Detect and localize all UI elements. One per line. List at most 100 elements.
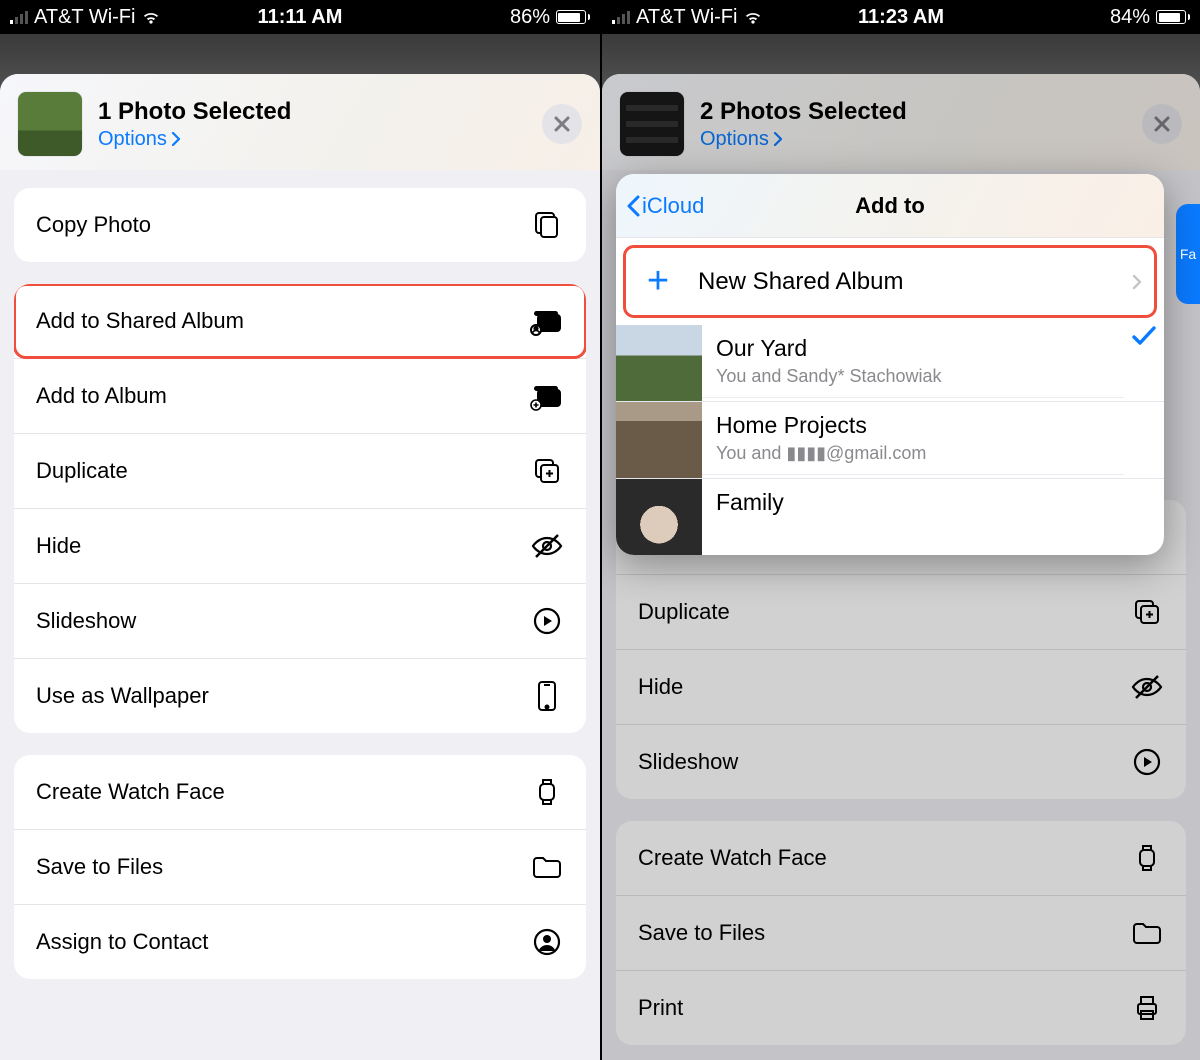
chevron-right-icon [773, 132, 783, 146]
hide-row[interactable]: Hide [14, 508, 586, 583]
clock: 11:11 AM [203, 6, 396, 29]
folder-icon [530, 850, 564, 884]
row-label: Slideshow [36, 608, 136, 634]
album-name: Family [716, 489, 1110, 516]
cell-signal-icon [612, 10, 630, 24]
share-sheet-header: 1 Photo Selected Options [0, 74, 600, 170]
person-circle-icon [530, 925, 564, 959]
watch-icon [1130, 841, 1164, 875]
new-shared-album-label: New Shared Album [698, 268, 1112, 296]
row-label: Add to Album [36, 383, 167, 409]
album-subtitle: You and Sandy* Stachowiak [716, 366, 1110, 387]
share-sheet-title: 2 Photos Selected [700, 98, 1126, 126]
row-label: Duplicate [36, 458, 128, 484]
play-circle-icon [530, 604, 564, 638]
slideshow-row[interactable]: Slideshow [616, 724, 1186, 799]
print-icon [1130, 991, 1164, 1025]
cell-signal-icon [10, 10, 28, 24]
action-group-3: Create Watch Face Save to Files [14, 755, 586, 979]
duplicate-icon [530, 454, 564, 488]
carrier-label: AT&T Wi-Fi [636, 6, 737, 29]
row-label: Use as Wallpaper [36, 683, 209, 709]
row-label: Save to Files [638, 920, 765, 946]
row-label: Assign to Contact [36, 929, 208, 955]
add-to-shared-album-row[interactable]: Add to Shared Album [14, 284, 586, 358]
share-sheet: 1 Photo Selected Options Copy P [0, 74, 600, 1060]
album-row-home-projects[interactable]: Home Projects You and ▮▮▮▮@gmail.com [616, 401, 1164, 478]
options-label: Options [98, 128, 167, 151]
slideshow-row[interactable]: Slideshow [14, 583, 586, 658]
options-label: Options [700, 128, 769, 151]
new-shared-album-row[interactable]: + New Shared Album [620, 242, 1160, 321]
selected-photo-thumbnail [18, 92, 82, 156]
album-list: Our Yard You and Sandy* Stachowiak Home … [616, 325, 1164, 555]
back-label: iCloud [642, 193, 704, 219]
status-bar: AT&T Wi-Fi 11:23 AM 84% [602, 0, 1200, 34]
chevron-right-icon [1132, 274, 1142, 290]
row-label: Create Watch Face [36, 779, 225, 805]
carrier-label: AT&T Wi-Fi [34, 6, 135, 29]
phone-icon [530, 679, 564, 713]
battery-percent: 86% [510, 6, 550, 29]
create-watch-face-row[interactable]: Create Watch Face [616, 821, 1186, 895]
album-name: Home Projects [716, 412, 1110, 439]
status-bar: AT&T Wi-Fi 11:11 AM 86% [0, 0, 600, 34]
folder-icon [1130, 916, 1164, 950]
share-target-peek[interactable]: Fa [1176, 204, 1200, 304]
phone-right: AT&T Wi-Fi 11:23 AM 84% 2 Photos Selecte… [600, 0, 1200, 1060]
print-row[interactable]: Print [616, 970, 1186, 1045]
peek-label: Fa [1180, 246, 1196, 262]
row-label: Duplicate [638, 599, 730, 625]
album-name: Our Yard [716, 335, 1110, 362]
assign-to-contact-row[interactable]: Assign to Contact [14, 904, 586, 979]
battery-icon [1156, 10, 1190, 24]
action-group-3-dimmed: Create Watch Face Save to Files [616, 821, 1186, 1045]
copy-photo-row[interactable]: Copy Photo [14, 188, 586, 262]
album-subtitle: You and ▮▮▮▮@gmail.com [716, 443, 1110, 464]
chevron-right-icon [171, 132, 181, 146]
duplicate-row[interactable]: Duplicate [14, 433, 586, 508]
popup-back-button[interactable]: iCloud [626, 174, 704, 237]
hide-row[interactable]: Hide [616, 649, 1186, 724]
album-thumbnail [616, 325, 702, 401]
action-group-2: Add to Shared Album Add t [14, 284, 586, 733]
create-watch-face-row[interactable]: Create Watch Face [14, 755, 586, 829]
row-label: Add to Shared Album [36, 308, 244, 334]
row-label: Hide [36, 533, 81, 559]
options-link[interactable]: Options [98, 128, 526, 151]
save-to-files-row[interactable]: Save to Files [616, 895, 1186, 970]
album-plus-icon [530, 379, 564, 413]
add-to-album-row[interactable]: Add to Album [14, 358, 586, 433]
checkmark-icon [1124, 325, 1164, 347]
row-label: Create Watch Face [638, 845, 827, 871]
row-label: Print [638, 995, 683, 1021]
album-row-our-yard[interactable]: Our Yard You and Sandy* Stachowiak [616, 325, 1164, 401]
close-button[interactable] [542, 104, 582, 144]
popup-title: Add to [855, 193, 925, 219]
popup-header: iCloud Add to [616, 174, 1164, 238]
battery-percent: 84% [1110, 6, 1150, 29]
share-sheet-header: 2 Photos Selected Options [602, 74, 1200, 170]
row-label: Save to Files [36, 854, 163, 880]
phone-left: AT&T Wi-Fi 11:11 AM 86% 1 Photo Selected… [0, 0, 600, 1060]
eye-slash-icon [530, 529, 564, 563]
album-thumbnail [616, 402, 702, 478]
duplicate-icon [1130, 595, 1164, 629]
eye-slash-icon [1130, 670, 1164, 704]
use-as-wallpaper-row[interactable]: Use as Wallpaper [14, 658, 586, 733]
wifi-icon [141, 7, 161, 27]
wifi-icon [743, 7, 763, 27]
row-label: Copy Photo [36, 212, 151, 238]
close-button[interactable] [1142, 104, 1182, 144]
duplicate-row[interactable]: Duplicate [616, 574, 1186, 649]
shared-album-icon [530, 304, 564, 338]
add-to-popup: iCloud Add to + New Shared Album Our Yar… [616, 174, 1164, 555]
play-circle-icon [1130, 745, 1164, 779]
album-row-family[interactable]: Family [616, 478, 1164, 555]
album-thumbnail [616, 479, 702, 555]
watch-icon [530, 775, 564, 809]
share-sheet-title: 1 Photo Selected [98, 98, 526, 126]
save-to-files-row[interactable]: Save to Files [14, 829, 586, 904]
options-link[interactable]: Options [700, 128, 1126, 151]
battery-icon [556, 10, 590, 24]
